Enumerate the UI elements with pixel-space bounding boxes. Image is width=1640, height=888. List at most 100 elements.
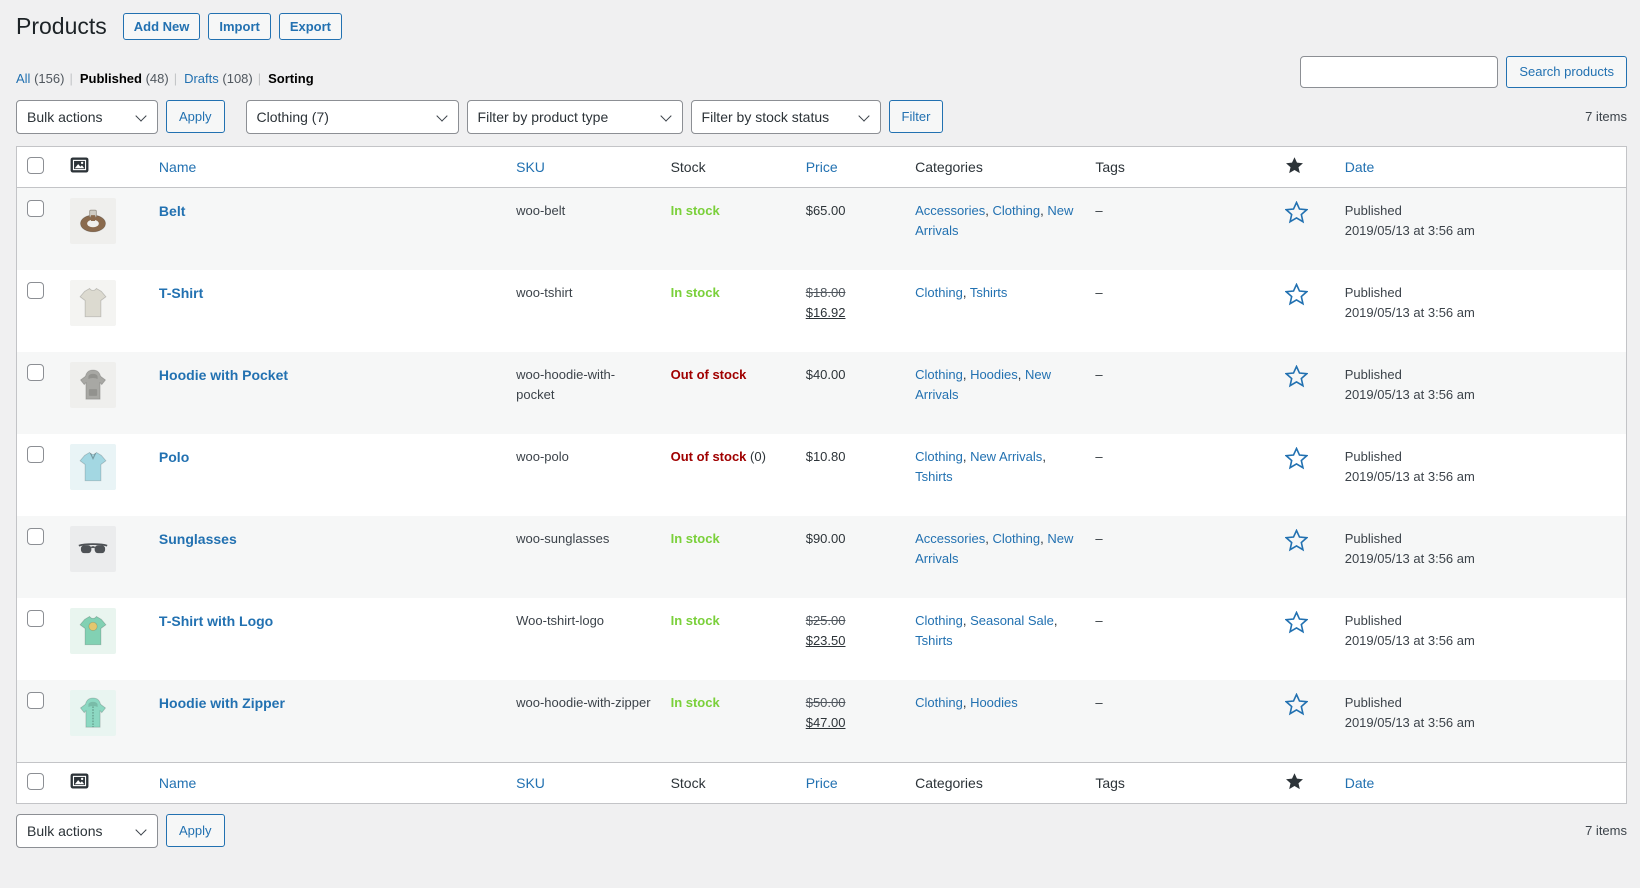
category-link[interactable]: Clothing	[915, 695, 963, 710]
category-link[interactable]: Tshirts	[915, 469, 953, 484]
category-link[interactable]: Clothing	[915, 285, 963, 300]
publish-status: Published	[1344, 612, 1402, 628]
hoodie-thumbnail[interactable]	[70, 361, 117, 408]
stock-column-header: Stock	[670, 774, 706, 791]
view-filter-drafts: Drafts (108)	[169, 71, 253, 86]
featured-star-toggle[interactable]	[1284, 364, 1309, 388]
product-name-link[interactable]: Hoodie with Zipper	[159, 695, 285, 711]
stock-status: In stock	[670, 530, 720, 546]
category-link[interactable]: Tshirts	[915, 633, 953, 648]
search-products-button[interactable]: Search products	[1506, 55, 1627, 88]
bulk-actions-select-bottom[interactable]: Bulk actions	[16, 813, 158, 848]
search-input[interactable]	[1300, 55, 1499, 88]
price: $40.00	[805, 366, 846, 382]
product-name-link[interactable]: Hoodie with Pocket	[159, 367, 288, 383]
featured-star-toggle[interactable]	[1284, 610, 1309, 634]
product-name-link[interactable]: T-Shirt	[159, 285, 203, 301]
row-checkbox[interactable]	[27, 691, 44, 709]
sort-by-date[interactable]: Date	[1345, 775, 1375, 791]
sort-by-sku[interactable]: SKU	[516, 775, 545, 791]
category-link[interactable]: Clothing	[915, 367, 963, 382]
product-name-link[interactable]: Belt	[159, 203, 185, 219]
category-link[interactable]: Seasonal Sale	[970, 613, 1054, 628]
page-header: Products Add New Import Export	[16, 12, 1627, 42]
category-link[interactable]: Clothing	[992, 531, 1040, 546]
sort-by-price[interactable]: Price	[806, 159, 838, 175]
category-link[interactable]: Clothing	[992, 203, 1040, 218]
select-all-checkbox[interactable]	[27, 772, 44, 790]
select-all-checkbox[interactable]	[27, 156, 44, 174]
sort-by-name[interactable]: Name	[159, 159, 196, 175]
publish-status: Published	[1344, 530, 1402, 546]
bulk-actions-select[interactable]: Bulk actions	[16, 99, 158, 134]
bulk-actions-select-wrap: Bulk actions	[16, 99, 158, 134]
export-button[interactable]: Export	[278, 13, 343, 41]
view-current[interactable]: Sorting	[268, 71, 314, 86]
stock-status-filter-select[interactable]: Filter by stock status	[690, 99, 881, 134]
category-link[interactable]: Clothing	[915, 449, 963, 464]
view-current[interactable]: Published	[80, 71, 142, 86]
product-type-filter-select[interactable]: Filter by product type	[466, 99, 683, 134]
category-filter-select[interactable]: Clothing (7)	[245, 99, 459, 134]
category-link[interactable]: Clothing	[915, 613, 963, 628]
product-row: Polo woo-polo Out of stock (0) $10.80 Clothi…	[17, 434, 1626, 516]
view-filter-all: All (156)	[16, 71, 64, 86]
regular-price: $50.00	[805, 694, 846, 710]
featured-star-toggle[interactable]	[1284, 692, 1309, 716]
stock-count: (0)	[750, 448, 766, 464]
category-link[interactable]: Tshirts	[970, 285, 1008, 300]
apply-button[interactable]: Apply	[166, 100, 225, 134]
row-checkbox[interactable]	[27, 281, 44, 299]
page-title: Products	[16, 13, 107, 39]
featured-star-toggle[interactable]	[1284, 282, 1309, 306]
sort-by-sku[interactable]: SKU	[516, 159, 545, 175]
add-new-button[interactable]: Add New	[122, 13, 201, 41]
category-link[interactable]: Accessories	[915, 203, 985, 218]
product-row: Hoodie with Pocket woo-hoodie-with-pocket…	[17, 351, 1626, 434]
stock-status: Out of stock	[670, 448, 747, 464]
import-button[interactable]: Import	[208, 13, 271, 41]
hoodie-zipper-thumbnail[interactable]	[70, 689, 117, 736]
sunglasses-thumbnail[interactable]	[70, 525, 117, 572]
tshirt-thumbnail[interactable]	[70, 279, 117, 326]
tshirt-logo-thumbnail[interactable]	[70, 607, 117, 654]
publish-datetime: 2019/05/13 at 3:56 am	[1344, 551, 1475, 567]
product-sku: woo-tshirt	[516, 284, 573, 300]
category-filter-wrap: Clothing (7)	[245, 99, 459, 134]
row-checkbox[interactable]	[27, 363, 44, 381]
product-name-link[interactable]: Sunglasses	[159, 531, 237, 547]
polo-thumbnail[interactable]	[70, 443, 117, 490]
product-name-link[interactable]: T-Shirt with Logo	[159, 613, 273, 629]
featured-star-toggle[interactable]	[1284, 528, 1309, 552]
belt-thumbnail[interactable]	[70, 197, 117, 244]
row-checkbox[interactable]	[27, 445, 44, 463]
featured-star-toggle[interactable]	[1284, 446, 1309, 470]
apply-button-bottom[interactable]: Apply	[166, 814, 225, 848]
table-footer: Name SKU Stock Price Categories Tags Dat…	[17, 761, 1626, 803]
filter-button[interactable]: Filter	[888, 100, 944, 134]
featured-star-toggle[interactable]	[1284, 200, 1309, 224]
items-count-top: 7 items	[1585, 109, 1627, 125]
view-filter-list: All (156)Published (48)Drafts (108)Sorti…	[16, 71, 314, 86]
sort-by-price[interactable]: Price	[806, 775, 838, 791]
row-checkbox[interactable]	[27, 199, 44, 217]
product-categories: Clothing, Hoodies, New Arrivals	[915, 366, 1052, 403]
publish-datetime: 2019/05/13 at 3:56 am	[1344, 633, 1475, 649]
view-link[interactable]: All	[16, 71, 30, 86]
sort-by-date[interactable]: Date	[1345, 159, 1375, 175]
row-checkbox[interactable]	[27, 609, 44, 627]
stock-status: In stock	[670, 694, 720, 710]
image-column-icon	[70, 157, 89, 173]
row-checkbox[interactable]	[27, 527, 44, 545]
view-link[interactable]: Drafts	[184, 71, 219, 86]
category-link[interactable]: New Arrivals	[970, 449, 1042, 464]
product-name-link[interactable]: Polo	[159, 449, 189, 465]
products-table: Name SKU Stock Price Categories Tags Dat…	[16, 145, 1627, 804]
sort-by-name[interactable]: Name	[159, 775, 196, 791]
category-link[interactable]: Hoodies	[970, 367, 1018, 382]
regular-price: $18.00	[805, 284, 846, 300]
image-column-icon	[70, 773, 89, 789]
categories-column-header: Categories	[915, 158, 983, 175]
category-link[interactable]: Hoodies	[970, 695, 1018, 710]
category-link[interactable]: Accessories	[915, 531, 985, 546]
